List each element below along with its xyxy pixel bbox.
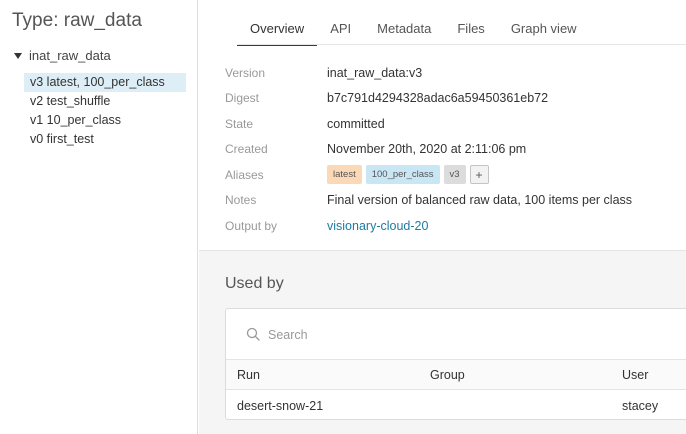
search-icon [246,327,260,341]
state-value: committed [327,116,385,131]
property-state: State committed [225,111,632,137]
property-label: Output by [225,218,278,233]
property-label: Version [225,65,266,80]
main-panel: Overview API Metadata Files Graph view V… [199,0,686,434]
overview-panel: Overview API Metadata Files Graph view V… [199,0,686,251]
search-input[interactable] [266,323,570,347]
property-label: Aliases [225,167,264,182]
property-version: Version inat_raw_data:v3 [225,60,632,86]
property-digest: Digest b7c791d4294328adac6a59450361eb72 [225,86,632,112]
version-item-v3[interactable]: v3 latest, 100_per_class [24,73,186,92]
tab-graph-view[interactable]: Graph view [498,13,590,44]
notes-value[interactable]: Final version of balanced raw data, 100 … [327,193,632,207]
used-by-table: Run Group User desert-snow-21 stacey [225,308,686,420]
add-alias-button[interactable]: + [469,165,489,185]
version-value: inat_raw_data:v3 [327,65,423,80]
version-item-v2[interactable]: v2 test_shuffle [24,92,186,111]
version-item-v0[interactable]: v0 first_test [24,130,186,149]
tab-divider [237,44,686,45]
search-bar [226,309,686,360]
tab-metadata[interactable]: Metadata [364,13,444,44]
collection-toggle[interactable]: inat_raw_data [14,48,111,63]
alias-tag-v3[interactable]: v3 [443,165,466,185]
caret-down-icon[interactable] [14,53,22,59]
used-by-heading: Used by [225,275,284,292]
user-cell: stacey [622,399,659,413]
tab-bar: Overview API Metadata Files Graph view [237,13,590,46]
column-header-group[interactable]: Group [430,368,465,382]
tab-overview[interactable]: Overview [237,13,318,46]
tab-api[interactable]: API [317,13,364,44]
collection-name: inat_raw_data [29,48,111,63]
version-list: v3 latest, 100_per_class v2 test_shuffle… [24,73,186,149]
column-header-run[interactable]: Run [237,368,260,382]
alias-tag-100-per-class[interactable]: 100_per_class [365,165,440,185]
property-aliases: Aliases latest 100_per_class v3 + [225,162,632,188]
property-label: Digest [225,91,260,106]
created-value: November 20th, 2020 at 2:11:06 pm [327,142,527,157]
property-created: Created November 20th, 2020 at 2:11:06 p… [225,137,632,163]
property-output-by: Output by visionary-cloud-20 [225,213,632,239]
properties-list: Version inat_raw_data:v3 Digest b7c791d4… [225,60,632,239]
sidebar-title: Type: raw_data [12,10,142,31]
table-header: Run Group User [226,360,686,390]
alias-tag-latest[interactable]: latest [327,165,362,185]
digest-value: b7c791d4294328adac6a59450361eb72 [327,91,549,106]
tab-files[interactable]: Files [444,13,497,44]
output-by-run-link[interactable]: visionary-cloud-20 [327,219,428,233]
aliases-list: latest 100_per_class v3 + [327,165,489,185]
table-row[interactable]: desert-snow-21 stacey [226,390,686,420]
run-name-cell[interactable]: desert-snow-21 [237,399,323,413]
property-label: Notes [225,193,257,208]
property-label: Created [225,142,268,157]
property-notes: Notes Final version of balanced raw data… [225,188,632,214]
version-item-v1[interactable]: v1 10_per_class [24,111,186,130]
column-header-user[interactable]: User [622,368,648,382]
property-label: State [225,116,254,131]
sidebar: Type: raw_data inat_raw_data v3 latest, … [0,0,198,434]
